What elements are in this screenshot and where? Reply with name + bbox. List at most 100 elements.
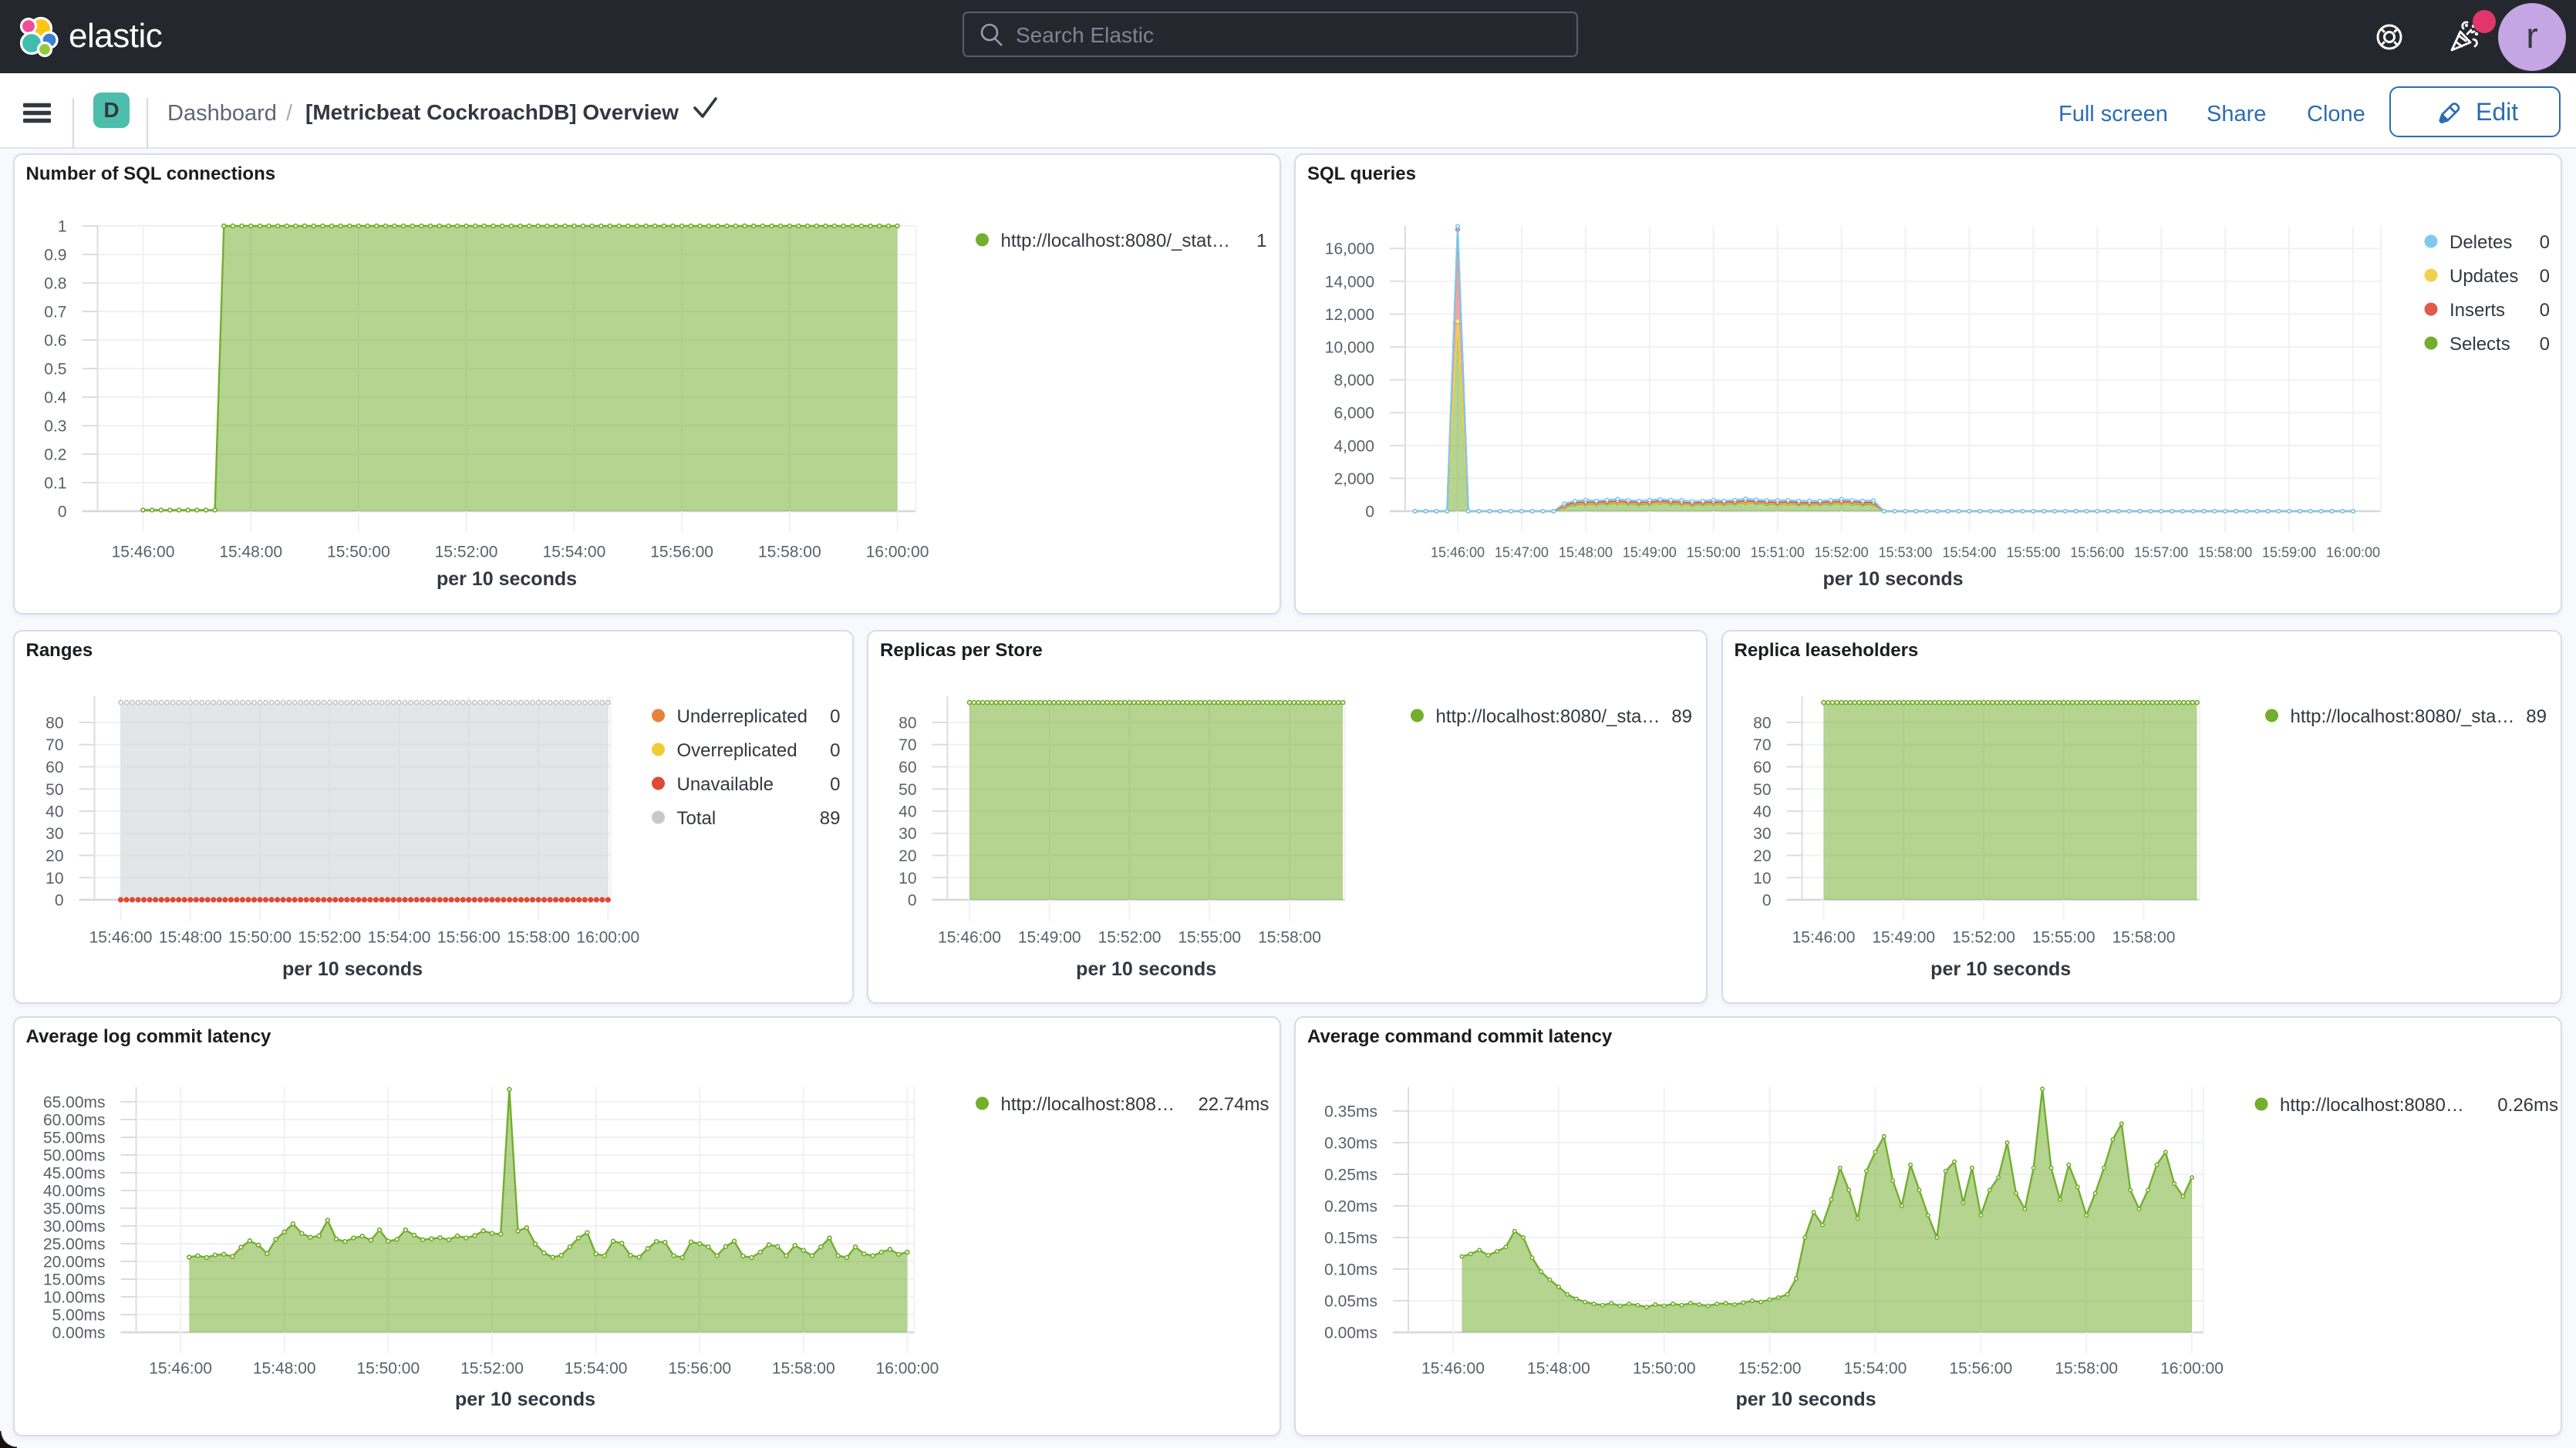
svg-text:30.00ms: 30.00ms [42,1218,105,1236]
svg-text:35.00ms: 35.00ms [42,1200,105,1218]
svg-text:15:54:00: 15:54:00 [367,929,430,947]
svg-text:15:58:00: 15:58:00 [2198,545,2252,561]
svg-text:10: 10 [1753,870,1771,887]
svg-text:15.00ms: 15.00ms [42,1271,105,1289]
svg-text:5.00ms: 5.00ms [52,1307,105,1325]
svg-text:15:52:00: 15:52:00 [434,544,497,561]
svg-text:16:00:00: 16:00:00 [875,1360,939,1378]
svg-text:0: 0 [908,892,917,910]
svg-text:40.00ms: 40.00ms [42,1183,105,1200]
svg-text:0: 0 [1762,892,1771,910]
svg-text:89: 89 [2526,706,2547,727]
svg-text:15:55:00: 15:55:00 [2031,929,2095,947]
svg-text:15:54:00: 15:54:00 [1942,545,1996,561]
svg-text:Overreplicated: Overreplicated [676,740,797,761]
svg-text:15:46:00: 15:46:00 [89,929,152,947]
svg-text:6,000: 6,000 [1334,405,1374,423]
svg-text:20: 20 [899,847,916,865]
svg-text:50: 50 [1753,781,1771,799]
svg-text:http://localhost:8080/_sta…: http://localhost:8080/_sta… [2290,706,2514,727]
svg-text:20.00ms: 20.00ms [42,1254,105,1271]
svg-text:20: 20 [1753,847,1771,865]
svg-text:15:55:00: 15:55:00 [2006,545,2060,561]
svg-text:0.20ms: 0.20ms [1324,1198,1377,1216]
svg-text:0.7: 0.7 [44,304,66,322]
svg-text:15:50:00: 15:50:00 [1633,1360,1696,1378]
svg-text:4,000: 4,000 [1334,437,1374,455]
svg-text:15:52:00: 15:52:00 [1098,929,1162,947]
svg-text:20: 20 [46,847,63,865]
svg-text:40: 40 [899,803,916,821]
svg-text:50: 50 [899,781,916,799]
svg-text:15:54:00: 15:54:00 [1844,1360,1907,1378]
svg-text:per 10 seconds: per 10 seconds [1822,568,1963,590]
svg-text:60: 60 [1753,759,1771,776]
svg-text:0.2: 0.2 [44,446,66,464]
svg-text:0.10ms: 0.10ms [1324,1261,1377,1279]
svg-text:0.05ms: 0.05ms [1324,1293,1377,1311]
svg-text:80: 80 [1753,715,1771,732]
svg-text:15:52:00: 15:52:00 [1738,1360,1802,1378]
svg-text:15:58:00: 15:58:00 [2112,929,2175,947]
svg-text:Selects: Selects [2450,334,2510,355]
svg-text:0: 0 [57,503,66,521]
svg-text:0.25ms: 0.25ms [1324,1167,1377,1184]
svg-text:70: 70 [1753,736,1771,754]
svg-text:15:56:00: 15:56:00 [668,1360,731,1378]
svg-text:15:52:00: 15:52:00 [1952,929,2015,947]
svg-text:0: 0 [2540,232,2550,253]
svg-text:15:46:00: 15:46:00 [111,544,174,561]
svg-text:15:48:00: 15:48:00 [219,544,282,561]
svg-text:60: 60 [46,759,63,776]
svg-text:per 10 seconds: per 10 seconds [1076,958,1216,980]
svg-text:15:46:00: 15:46:00 [149,1360,212,1378]
svg-text:Inserts: Inserts [2450,300,2505,321]
svg-text:per 10 seconds: per 10 seconds [282,958,422,980]
svg-text:12,000: 12,000 [1325,306,1374,324]
svg-text:15:55:00: 15:55:00 [1178,929,1241,947]
svg-text:15:58:00: 15:58:00 [2055,1360,2118,1378]
svg-text:15:51:00: 15:51:00 [1751,545,1805,561]
svg-text:per 10 seconds: per 10 seconds [1930,958,2071,980]
svg-text:http://localhost:8080…: http://localhost:8080… [2280,1095,2464,1116]
svg-text:45.00ms: 45.00ms [42,1165,105,1183]
svg-text:10.00ms: 10.00ms [42,1289,105,1307]
svg-text:http://localhost:8080/_stat…: http://localhost:8080/_stat… [1000,231,1230,251]
svg-text:15:56:00: 15:56:00 [1949,1360,2012,1378]
svg-text:25.00ms: 25.00ms [42,1236,105,1254]
svg-text:15:58:00: 15:58:00 [507,929,570,947]
svg-text:15:48:00: 15:48:00 [252,1360,315,1378]
svg-text:55.00ms: 55.00ms [42,1130,105,1147]
svg-text:10: 10 [899,870,916,887]
svg-text:15:56:00: 15:56:00 [650,544,713,561]
svg-text:60.00ms: 60.00ms [42,1112,105,1130]
svg-text:0: 0 [2540,300,2550,321]
svg-text:1: 1 [57,218,66,236]
svg-text:40: 40 [46,803,63,821]
svg-text:15:52:00: 15:52:00 [1815,545,1869,561]
svg-text:15:46:00: 15:46:00 [1431,545,1485,561]
svg-text:10: 10 [46,870,63,887]
svg-text:15:58:00: 15:58:00 [757,544,821,561]
svg-text:0: 0 [2540,334,2550,355]
svg-text:0.9: 0.9 [44,247,66,264]
svg-text:10,000: 10,000 [1325,339,1374,357]
svg-text:per 10 seconds: per 10 seconds [454,1389,595,1410]
svg-text:1: 1 [1256,231,1266,251]
svg-text:15:46:00: 15:46:00 [1792,929,1855,947]
svg-text:16:00:00: 16:00:00 [2160,1360,2224,1378]
svg-text:80: 80 [46,715,63,732]
svg-text:15:52:00: 15:52:00 [298,929,361,947]
svg-text:0: 0 [1365,503,1374,521]
svg-text:http://localhost:808…: http://localhost:808… [1000,1094,1174,1115]
svg-text:0: 0 [54,892,63,910]
svg-text:15:50:00: 15:50:00 [228,929,292,947]
svg-text:50: 50 [46,781,63,799]
svg-text:15:57:00: 15:57:00 [2134,545,2188,561]
svg-text:Underreplicated: Underreplicated [676,706,807,727]
svg-text:15:59:00: 15:59:00 [2262,545,2316,561]
svg-text:0: 0 [830,740,840,761]
svg-text:0.6: 0.6 [44,332,66,350]
svg-text:30: 30 [899,825,916,843]
svg-text:70: 70 [899,736,916,754]
